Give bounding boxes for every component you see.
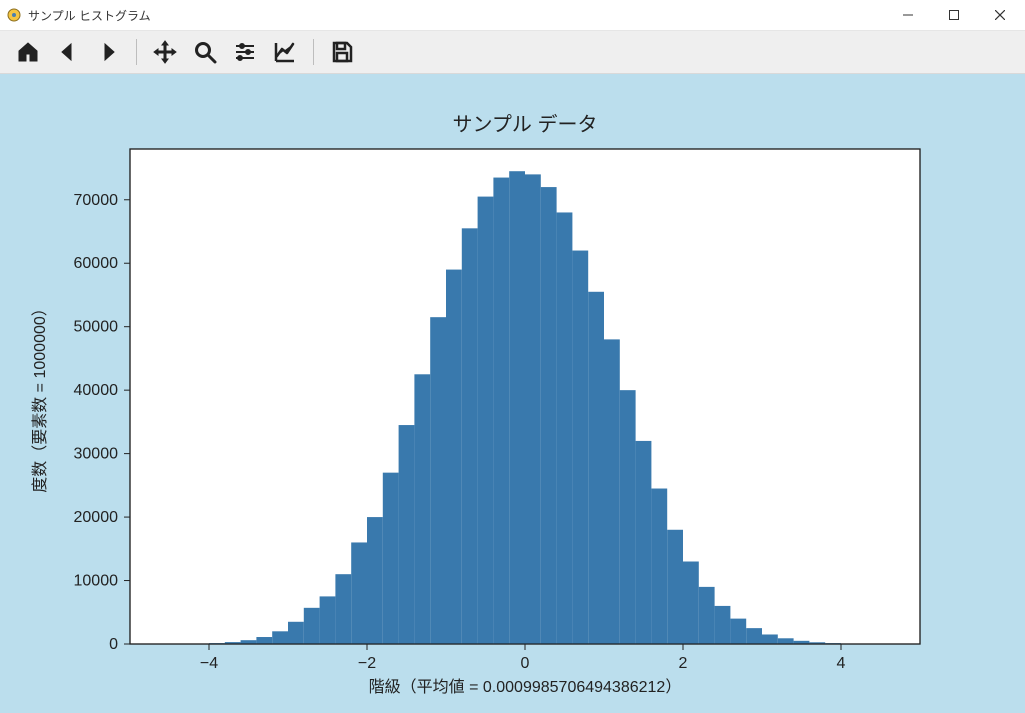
histogram-bar — [351, 542, 367, 644]
histogram-chart: −4 −2 0 2 4 0 10000 20000 30000 40000 50000 60000 70… — [0, 74, 1025, 713]
histogram-bar — [414, 374, 430, 644]
histogram-bar — [651, 489, 667, 644]
histogram-bar — [288, 622, 304, 644]
pan-button[interactable] — [147, 35, 183, 69]
chart-title: サンプル データ — [453, 113, 598, 136]
x-tick-label: −4 — [200, 655, 218, 672]
app-icon — [6, 7, 22, 23]
histogram-bar — [320, 596, 336, 644]
histogram-bar — [683, 562, 699, 645]
histogram-bar — [636, 441, 652, 644]
save-button[interactable] — [324, 35, 360, 69]
histogram-bar — [572, 251, 588, 644]
close-button[interactable] — [977, 0, 1023, 30]
y-tick-label: 10000 — [74, 573, 119, 590]
histogram-bar — [509, 171, 525, 644]
histogram-bar — [335, 574, 351, 644]
home-button[interactable] — [10, 35, 46, 69]
histogram-bar — [620, 390, 636, 644]
histogram-bar — [367, 517, 383, 644]
window-title: サンプル ヒストグラム — [28, 7, 151, 24]
histogram-bar — [399, 425, 415, 644]
histogram-bar — [541, 187, 557, 644]
histogram-bar — [462, 228, 478, 644]
histogram-bar — [667, 530, 683, 644]
window-titlebar: サンプル ヒストグラム — [0, 0, 1025, 31]
y-axis-label: 度数（要素数 = 1000000） — [31, 300, 49, 493]
histogram-bar — [557, 212, 573, 644]
y-tick-label: 30000 — [74, 446, 119, 463]
x-tick-label: −2 — [358, 655, 376, 672]
figure-toolbar — [0, 31, 1025, 74]
y-tick-label: 60000 — [74, 255, 119, 272]
toolbar-separator — [313, 39, 314, 65]
back-button[interactable] — [50, 35, 86, 69]
histogram-bar — [383, 473, 399, 644]
histogram-bar — [699, 587, 715, 644]
forward-button[interactable] — [90, 35, 126, 69]
x-tick-label: 2 — [679, 655, 688, 672]
y-tick-label: 70000 — [74, 192, 119, 209]
histogram-bar — [525, 174, 541, 644]
y-tick-label: 20000 — [74, 509, 119, 526]
edit-axes-button[interactable] — [267, 35, 303, 69]
toolbar-separator — [136, 39, 137, 65]
minimize-button[interactable] — [885, 0, 931, 30]
histogram-bar — [256, 637, 272, 644]
histogram-bar — [746, 628, 762, 644]
histogram-bar — [304, 608, 320, 644]
histogram-bar — [430, 317, 446, 644]
histogram-bar — [588, 292, 604, 644]
histogram-bar — [493, 178, 509, 644]
x-axis-label: 階級（平均値 = 0.0009985706494386212） — [369, 678, 682, 696]
zoom-button[interactable] — [187, 35, 223, 69]
figure-canvas[interactable]: −4 −2 0 2 4 0 10000 20000 30000 40000 50000 60000 70… — [0, 74, 1025, 713]
histogram-bar — [730, 619, 746, 644]
y-tick-label: 50000 — [74, 319, 119, 336]
maximize-button[interactable] — [931, 0, 977, 30]
x-tick-label: 0 — [521, 655, 530, 672]
histogram-bar — [446, 270, 462, 644]
histogram-bar — [715, 606, 731, 644]
configure-subplots-button[interactable] — [227, 35, 263, 69]
y-tick-label: 40000 — [74, 382, 119, 399]
histogram-bar — [272, 631, 288, 644]
y-tick-label: 0 — [109, 636, 118, 653]
histogram-bar — [478, 197, 494, 644]
histogram-bar — [604, 339, 620, 644]
histogram-bar — [762, 634, 778, 644]
x-tick-label: 4 — [837, 655, 846, 672]
histogram-bar — [778, 638, 794, 644]
